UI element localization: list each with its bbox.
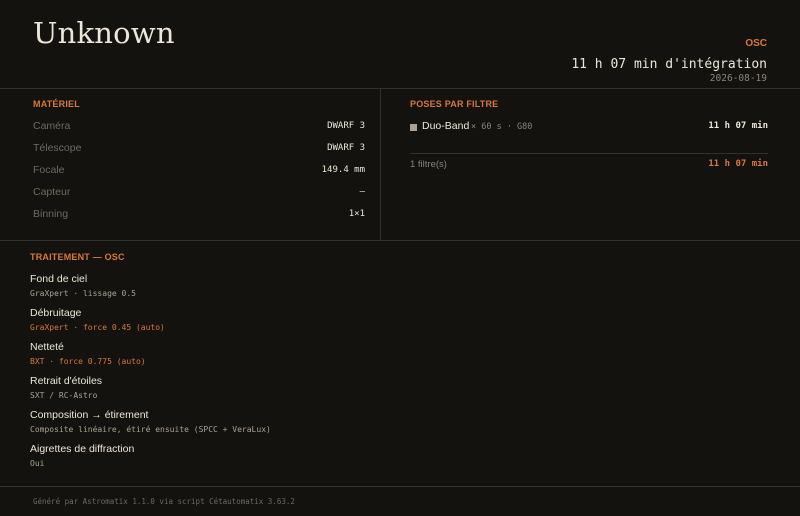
processing-step-denoise: Débruitage GraXpert · force 0.45 (auto)	[30, 307, 530, 333]
step-title: Composition → étirement	[30, 409, 149, 421]
column-divider	[380, 88, 381, 240]
step-title: Retrait d'étoiles	[30, 375, 103, 387]
processing-step-composition: Composition → étirement Composite linéai…	[30, 409, 530, 435]
equipment-label: Caméra	[33, 120, 71, 132]
equipment-label: Focale	[33, 164, 65, 176]
equipment-label: Télescope	[33, 142, 82, 154]
mode-tag: OSC	[745, 38, 767, 49]
step-title: Débruitage	[30, 307, 82, 319]
processing-step-diffraction-spikes: Aigrettes de diffraction Oui	[30, 443, 530, 469]
filter-total: 11 h 07 min	[708, 121, 768, 131]
equipment-value: 1×1	[348, 209, 365, 219]
step-detail: Composite linéaire, étiré ensuite (SPCC …	[30, 425, 271, 434]
processing-step-background: Fond de ciel GraXpert · lissage 0.5	[30, 273, 530, 299]
filter-color-swatch	[410, 124, 417, 131]
filter-row: Duo-Band × 60 s · G80 11 h 07 min	[410, 120, 768, 136]
processing-step-star-removal: Retrait d'étoiles SXT / RC-Astro	[30, 375, 530, 401]
footer-divider	[0, 486, 800, 487]
processing-step-sharpen: Netteté BXT · force 0.775 (auto)	[30, 341, 530, 367]
step-title: Aigrettes de diffraction	[30, 443, 135, 455]
filter-summary-divider	[410, 153, 768, 154]
equipment-value: 149.4 mm	[321, 165, 365, 175]
header-divider	[0, 88, 800, 89]
equipment-label: Binning	[33, 208, 69, 220]
page-title: Unknown	[33, 16, 175, 50]
equipment-section-title: MATÉRIEL	[33, 99, 80, 109]
equipment-row-telescope: Télescope DWARF 3	[33, 142, 365, 158]
step-title: Netteté	[30, 341, 64, 353]
equipment-value: DWARF 3	[327, 143, 365, 153]
report-header: Unknown OSC 11 h 07 min d'intégration 20…	[0, 0, 800, 88]
equipment-row-binning: Binning 1×1	[33, 208, 365, 224]
step-detail: GraXpert · force 0.45 (auto)	[30, 323, 165, 332]
step-title: Fond de ciel	[30, 273, 88, 285]
step-detail: Oui	[30, 459, 45, 468]
filters-section-title: POSES PAR FILTRE	[410, 99, 499, 109]
processing-section-title: TRAITEMENT — OSC	[30, 252, 125, 262]
step-detail: BXT · force 0.775 (auto)	[30, 357, 146, 366]
section-divider	[0, 240, 800, 241]
equipment-label: Capteur	[33, 186, 71, 198]
filter-detail: × 60 s · G80	[471, 122, 533, 132]
equipment-value: –	[359, 187, 365, 197]
equipment-row-focal: Focale 149.4 mm	[33, 164, 365, 180]
filter-summary-total: 11 h 07 min	[708, 159, 768, 169]
footer-credit: Généré par Astromatix 1.1.0 via script C…	[33, 497, 295, 506]
equipment-row-sensor: Capteur –	[33, 186, 365, 202]
session-date: 2026-08-19	[709, 73, 767, 84]
integration-time: 11 h 07 min d'intégration	[571, 57, 767, 72]
filter-count: 1 filtre(s)	[410, 159, 447, 170]
filter-name: Duo-Band	[422, 120, 470, 132]
equipment-value: DWARF 3	[327, 121, 365, 131]
step-detail: SXT / RC-Astro	[30, 391, 98, 400]
step-detail: GraXpert · lissage 0.5	[30, 289, 136, 298]
equipment-row-camera: Caméra DWARF 3	[33, 120, 365, 136]
